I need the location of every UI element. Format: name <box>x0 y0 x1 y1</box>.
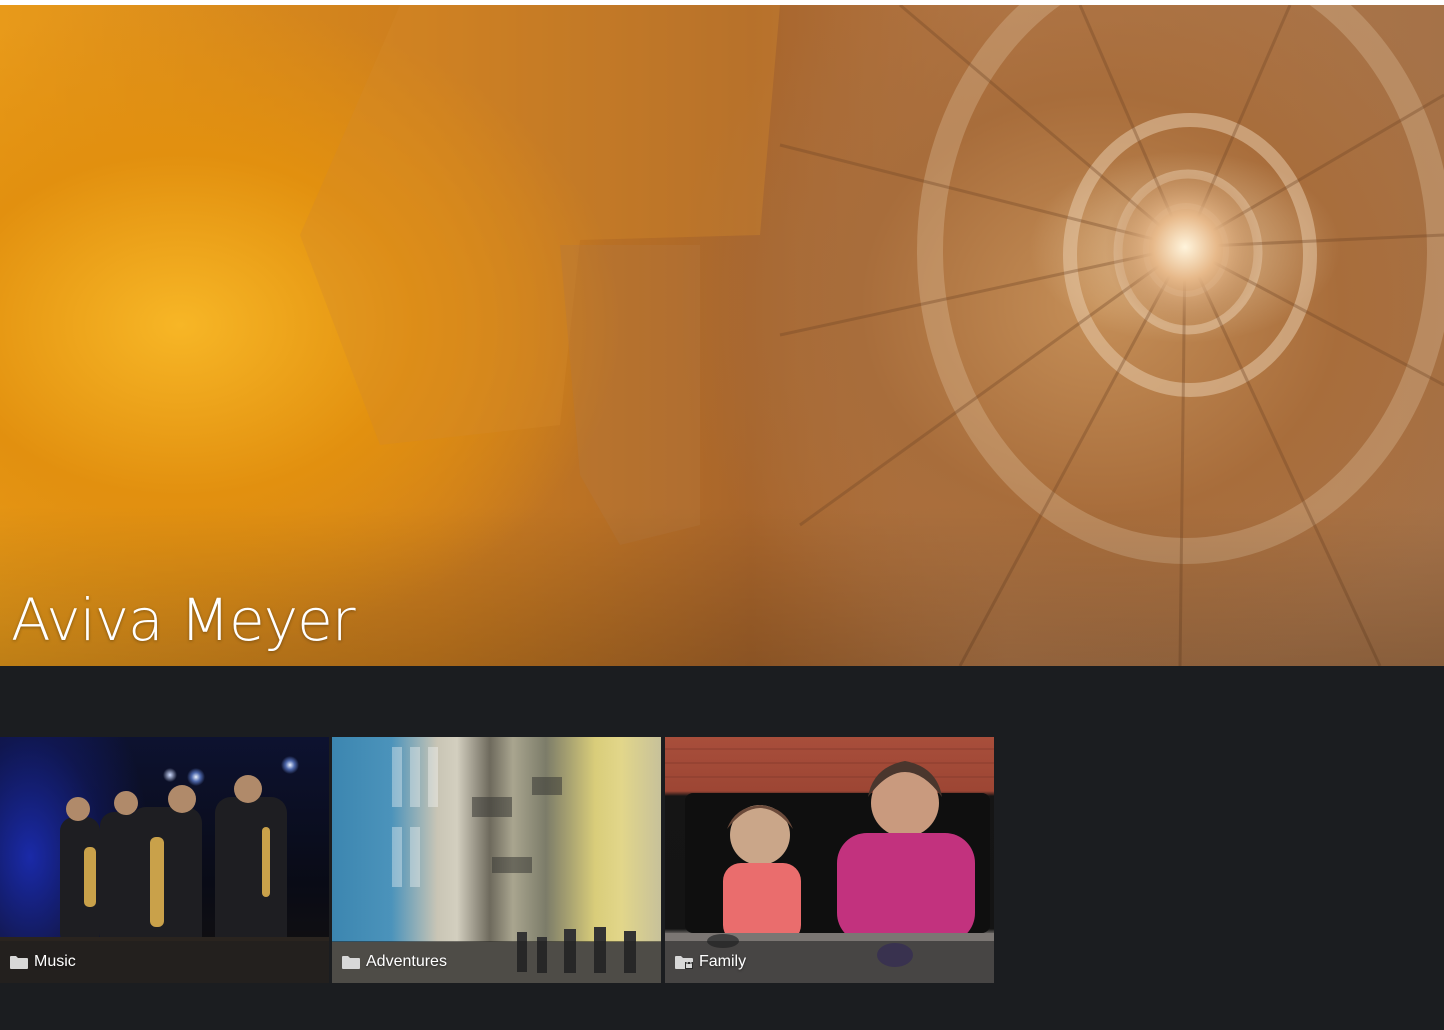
album-adventures[interactable]: Adventures <box>332 737 661 983</box>
album-family[interactable]: Family <box>665 737 994 983</box>
album-caption: Adventures <box>332 941 661 983</box>
folder-lock-icon <box>675 956 693 969</box>
album-caption: Music <box>0 941 329 983</box>
cover-photo: Aviva Meyer <box>0 5 1444 666</box>
album-grid: Music Adventures Family <box>0 737 994 983</box>
folder-icon <box>342 956 360 969</box>
profile-name: Aviva Meyer <box>11 586 356 654</box>
album-music[interactable]: Music <box>0 737 329 983</box>
album-label: Family <box>699 953 747 970</box>
album-label: Music <box>34 953 76 970</box>
folder-icon <box>10 956 28 969</box>
album-label: Adventures <box>366 953 447 970</box>
album-caption: Family <box>665 941 994 983</box>
